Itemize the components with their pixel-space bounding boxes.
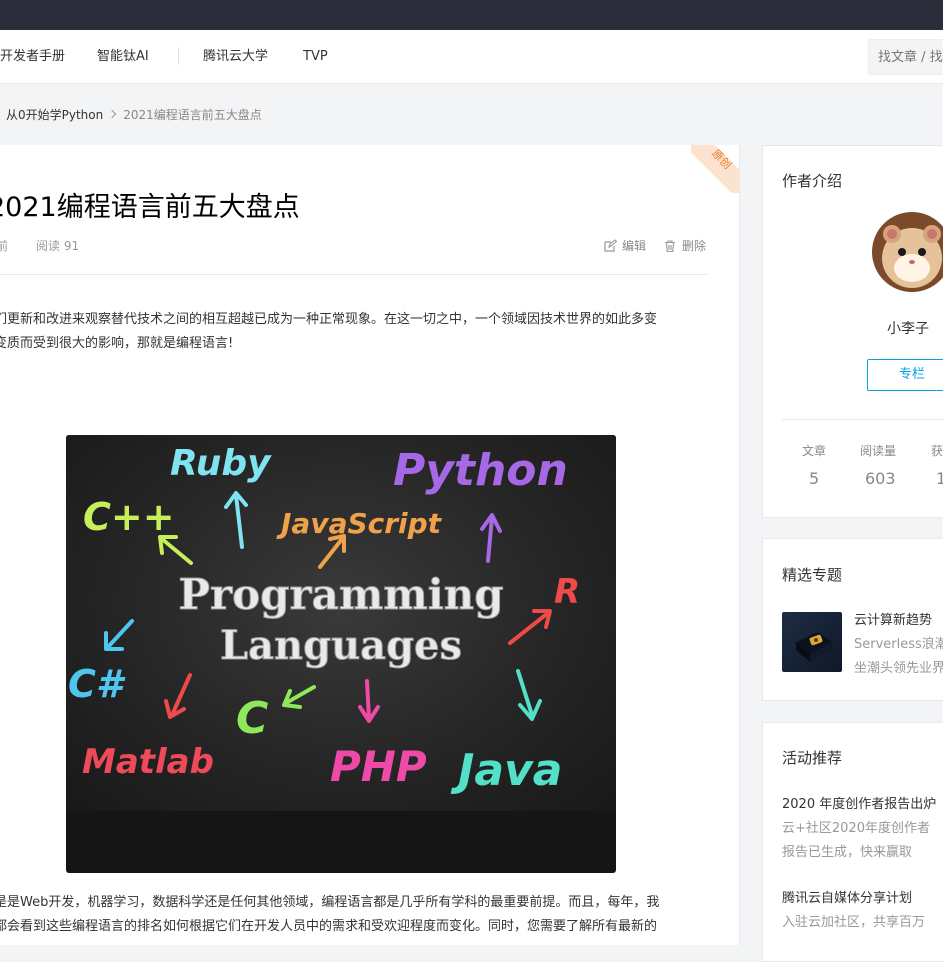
topic-desc-line-1: Serverless浪潮 — [854, 637, 943, 652]
avatar[interactable] — [872, 212, 943, 292]
topic-title[interactable]: 云计算新趋势 — [854, 609, 932, 628]
breadcrumb: 从0开始学Python 2021编程语言前五大盘点 — [0, 104, 262, 124]
breadcrumb-item-course[interactable]: 从0开始学Python — [6, 106, 103, 123]
arrow-icon — [104, 619, 134, 651]
lang-cpp: C++ — [83, 495, 175, 539]
body-line-2: 都会看到这些编程语言的排名如何根据它们在开发人员中的需求和受欢迎程度而变化。同时… — [0, 919, 658, 934]
edit-button[interactable]: 编辑 — [603, 237, 646, 254]
article-image: Ruby Python C++ JavaScript R C# C Matlab… — [66, 435, 616, 873]
author-section-title: 作者介绍 — [782, 172, 843, 190]
lang-php: PHP — [330, 742, 427, 791]
breadcrumb-item-current: 2021编程语言前五大盘点 — [123, 107, 262, 122]
stat-reads-label: 阅读量 — [860, 444, 897, 458]
arrow-icon — [508, 609, 552, 645]
activities-card: 活动推荐 2020 年度创作者报告出炉 云+社区2020年度创作者 报告已生成，… — [762, 722, 943, 962]
arrow-icon — [158, 535, 193, 565]
stat-likes-value: 1 — [936, 469, 943, 488]
arrow-icon — [282, 685, 316, 709]
stat-articles-label: 文章 — [802, 444, 827, 458]
topic-desc-line-2: 坐潮头领先业界 — [854, 661, 943, 676]
delete-label: 删除 — [682, 239, 707, 253]
intro-line-2: 变质而受到很大的影响，那就是编程语言! — [0, 336, 234, 351]
intro-line-1: 们更新和改进来观察替代技术之间的相互超越已成为一种正常现象。在这一切之中，一个领… — [0, 312, 658, 327]
activity-title-1[interactable]: 2020 年度创作者报告出炉 — [782, 793, 936, 812]
nav-item-dev-manual[interactable]: 开发者手册 — [0, 30, 65, 84]
lang-c: C — [236, 693, 268, 744]
lang-csharp: C# — [68, 662, 126, 706]
nav-item-ai[interactable]: 智能钛AI — [97, 30, 149, 84]
stat-reads-value: 603 — [865, 469, 896, 488]
arrow-icon — [516, 669, 542, 721]
activity-desc-1-line-1: 云+社区2020年度创作者 — [782, 821, 930, 836]
chevron-right-icon — [107, 109, 117, 119]
image-heading-line2: Languages — [220, 622, 462, 669]
author-card: 作者介绍 小李子 专栏 文章 阅读量 获赞 5 603 1 — [762, 145, 943, 518]
lang-ruby: Ruby — [170, 443, 272, 484]
search-input[interactable] — [868, 39, 943, 75]
article-title: 2021编程语言前五大盘点 — [0, 192, 300, 223]
activity-desc-2-line-1: 入驻云加社区，共享百万 — [782, 915, 926, 930]
chalkboard: Ruby Python C++ JavaScript R C# C Matlab… — [66, 435, 616, 811]
lang-matlab: Matlab — [82, 742, 214, 782]
lang-java: Java — [450, 745, 562, 796]
nav-separator — [178, 47, 179, 65]
arrow-icon — [358, 679, 380, 723]
activity-title-2[interactable]: 腾讯云自媒体分享计划 — [782, 887, 912, 906]
delete-button[interactable]: 删除 — [663, 237, 706, 254]
nav-bar: 开发者手册 智能钛AI 腾讯云大学 TVP — [0, 30, 943, 84]
arrow-icon — [480, 513, 502, 563]
stat-likes-label: 获赞 — [931, 444, 943, 458]
author-divider — [782, 419, 943, 420]
topics-card: 精选专题 云计算新趋势 Serverless浪潮 坐潮头领先业界 — [762, 538, 943, 701]
title-divider — [0, 274, 708, 275]
activities-section-title: 活动推荐 — [782, 749, 843, 767]
arrow-icon — [224, 491, 248, 549]
topic-thumbnail[interactable] — [782, 612, 842, 672]
article-panel: 原创 2021编程语言前五大盘点 前 阅读 91 编辑 删除 们更新和改进来观察… — [0, 145, 740, 945]
lang-javascript: JavaScript — [276, 507, 443, 540]
article-time: 前 — [0, 237, 8, 254]
lang-python: Python — [393, 445, 568, 496]
arrow-icon — [164, 673, 192, 719]
stat-articles-value: 5 — [809, 469, 820, 488]
author-name[interactable]: 小李子 — [887, 318, 929, 338]
image-heading-line1: Programming — [178, 570, 503, 619]
body-line-1: 是是Web开发，机器学习，数据科学还是任何其他领域，编程语言都是几乎所有学科的最… — [0, 895, 660, 910]
nav-item-cloud-university[interactable]: 腾讯云大学 — [203, 30, 268, 84]
original-badge: 原创 — [691, 145, 739, 193]
arrow-icon — [318, 534, 346, 569]
edit-icon — [604, 238, 617, 252]
nav-item-tvp[interactable]: TVP — [303, 30, 328, 84]
lang-r: R — [554, 572, 580, 612]
topics-section-title: 精选专题 — [782, 566, 843, 584]
article-read-count: 阅读 91 — [36, 239, 80, 253]
edit-label: 编辑 — [622, 239, 647, 253]
trash-icon — [665, 239, 675, 252]
column-button[interactable]: 专栏 — [867, 359, 943, 391]
activity-desc-1-line-2: 报告已生成，快来赢取 — [782, 845, 913, 860]
top-bar — [0, 0, 943, 30]
